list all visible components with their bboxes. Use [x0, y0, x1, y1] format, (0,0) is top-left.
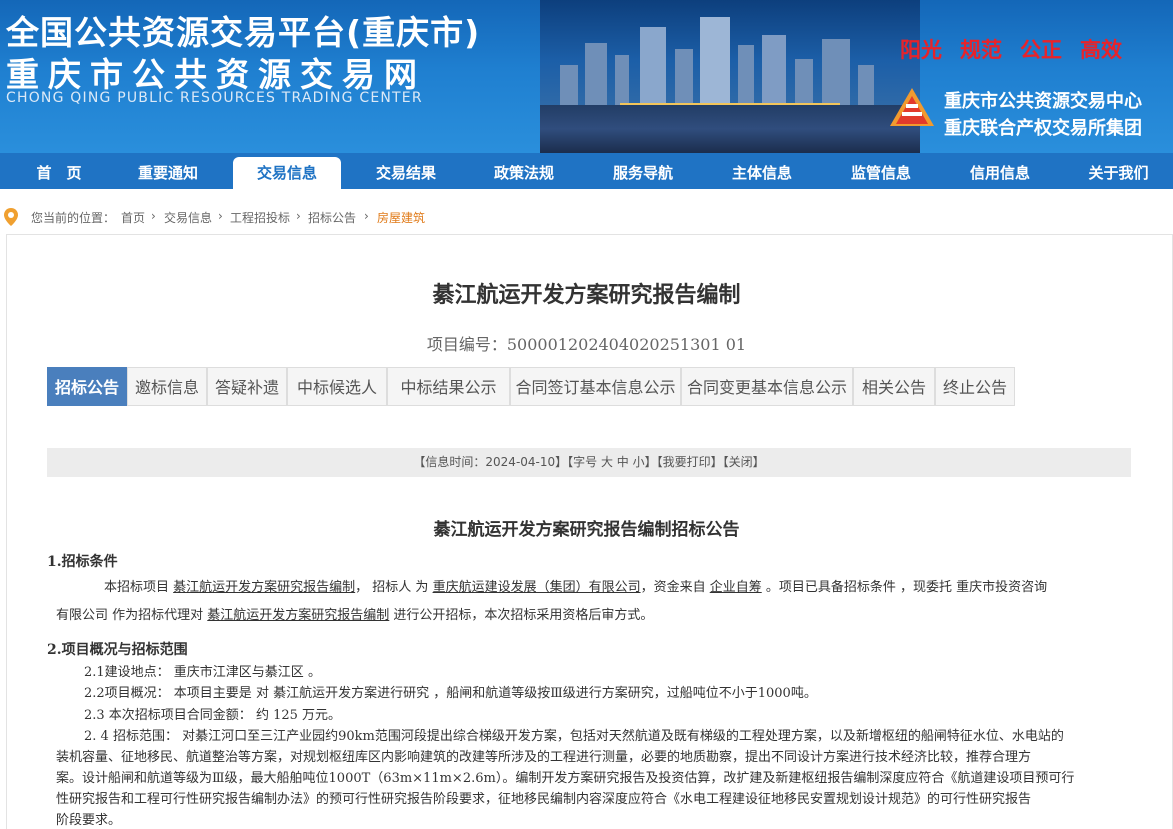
breadcrumb-tender-notice[interactable]: 招标公告: [308, 209, 356, 226]
tab-bid-candidates[interactable]: 中标候选人: [287, 367, 387, 406]
nav-item-service-guide[interactable]: 服务导航: [589, 153, 697, 189]
paragraph: 2.3 本次招标项目合同金额： 约 125 万元。: [84, 708, 342, 723]
paragraph: 2.2项目概况： 本项目主要是 对 綦江航运开发方案进行研究 ，船闸和航道等级按…: [84, 686, 817, 701]
paragraph: 案。设计船闸和航道等级为Ⅲ级，最大船舶吨位1000T（63m×11m×2.6m）…: [56, 771, 1075, 786]
tab-contract-change[interactable]: 合同变更基本信息公示: [681, 367, 853, 406]
slogan-item: 高效: [1080, 38, 1122, 62]
location-pin-icon: [4, 208, 18, 226]
paragraph: 性研究报告和工程可行性研究报告编制办法》的预可行性研究报告阶段要求，征地移民编制…: [56, 792, 1032, 807]
tab-qa-addendum[interactable]: 答疑补遗: [207, 367, 287, 406]
nav-item-credit[interactable]: 信用信息: [946, 153, 1054, 189]
nav-item-notices[interactable]: 重要通知: [118, 153, 218, 189]
org-name-2: 重庆联合产权交易所集团: [944, 118, 1142, 139]
nav-item-trading-results[interactable]: 交易结果: [352, 153, 460, 189]
org-logo-icon: [890, 88, 934, 126]
fund-source: 企业自筹: [709, 580, 762, 595]
org-name-1: 重庆市公共资源交易中心: [944, 91, 1142, 112]
breadcrumb-sep: ›: [364, 209, 369, 223]
breadcrumb-sep: ›: [296, 209, 301, 223]
paragraph: 有限公司 作为招标代理对 綦江航运开发方案研究报告编制 进行公开招标，本次招标采…: [56, 608, 654, 623]
nav-item-trading-info[interactable]: 交易信息: [233, 157, 341, 189]
breadcrumb-label: 您当前的位置：: [31, 211, 116, 225]
paragraph: 2.1建设地点： 重庆市江津区与綦江区 。: [84, 665, 321, 680]
paragraph: 阶段要求。: [56, 813, 122, 828]
paragraph: 2. 4 招标范围： 对綦江河口至三江产业园约90km范围河段提出综合梯级开发方…: [84, 729, 1064, 744]
section-heading: 2.项目概况与招标范围: [47, 642, 188, 658]
breadcrumb-trading-info[interactable]: 交易信息: [164, 209, 212, 226]
project-name-link: 綦江航运开发方案研究报告编制: [173, 580, 356, 595]
breadcrumb-sep: ›: [151, 209, 156, 223]
nav-item-entity-info[interactable]: 主体信息: [708, 153, 816, 189]
tab-contract-sign[interactable]: 合同签订基本信息公示: [510, 367, 681, 406]
site-title: 重庆市公共资源交易网: [6, 55, 426, 94]
tenderer-name: 重庆航运建设发展（集团）有限公司: [432, 580, 641, 595]
section-heading: 1.招标条件: [47, 554, 118, 570]
breadcrumb-engineering[interactable]: 工程招投标: [230, 209, 290, 226]
tab-termination[interactable]: 终止公告: [935, 367, 1015, 406]
project-number: 项目编号：500001202404020251301 01: [426, 335, 747, 354]
nav-item-policies[interactable]: 政策法规: [470, 153, 578, 189]
slogans: 阳光 规范 公正 高效: [900, 34, 1140, 64]
tab-tender-notice[interactable]: 招标公告: [47, 367, 127, 406]
breadcrumb-sep: ›: [218, 209, 223, 223]
article-title: 綦江航运开发方案研究报告编制招标公告: [433, 520, 740, 540]
nav-item-about[interactable]: 关于我们: [1064, 153, 1173, 189]
tab-related-notices[interactable]: 相关公告: [853, 367, 935, 406]
nav-item-home[interactable]: 首 页: [0, 153, 118, 189]
slogan-item: 阳光: [900, 38, 942, 62]
paragraph: 本招标项目 綦江航运开发方案研究报告编制， 招标人 为 重庆航运建设发展（集团）…: [104, 580, 1048, 595]
page-title: 綦江航运开发方案研究报告编制: [432, 282, 741, 308]
info-bar[interactable]: 【信息时间：2024-04-10】【字号 大 中 小】【我要打印】【关闭】: [47, 448, 1131, 477]
header-banner: 全国公共资源交易平台(重庆市) 重庆市公共资源交易网 CHONG QING PU…: [0, 0, 1173, 153]
tab-invite-info[interactable]: 邀标信息: [127, 367, 207, 406]
city-skyline-image: [540, 0, 920, 153]
nav-item-supervision[interactable]: 监管信息: [827, 153, 935, 189]
slogan-item: 规范: [960, 38, 1002, 62]
breadcrumb-current[interactable]: 房屋建筑: [377, 209, 425, 226]
site-english-title: CHONG QING PUBLIC RESOURCES TRADING CENT…: [6, 90, 423, 106]
platform-title: 全国公共资源交易平台(重庆市): [6, 13, 481, 52]
tab-bid-results[interactable]: 中标结果公示: [387, 367, 510, 406]
main-nav: 首 页 重要通知 交易信息 交易结果 政策法规 服务导航 主体信息 监管信息 信…: [0, 153, 1173, 189]
paragraph: 装机容量、征地移民、航道整治等方案，对规划枢纽库区内影响建筑的改建等所涉及的工程…: [56, 750, 1032, 765]
breadcrumb-home[interactable]: 首页: [121, 209, 145, 226]
project-name-link: 綦江航运开发方案研究报告编制: [207, 608, 390, 623]
slogan-item: 公正: [1020, 38, 1062, 62]
